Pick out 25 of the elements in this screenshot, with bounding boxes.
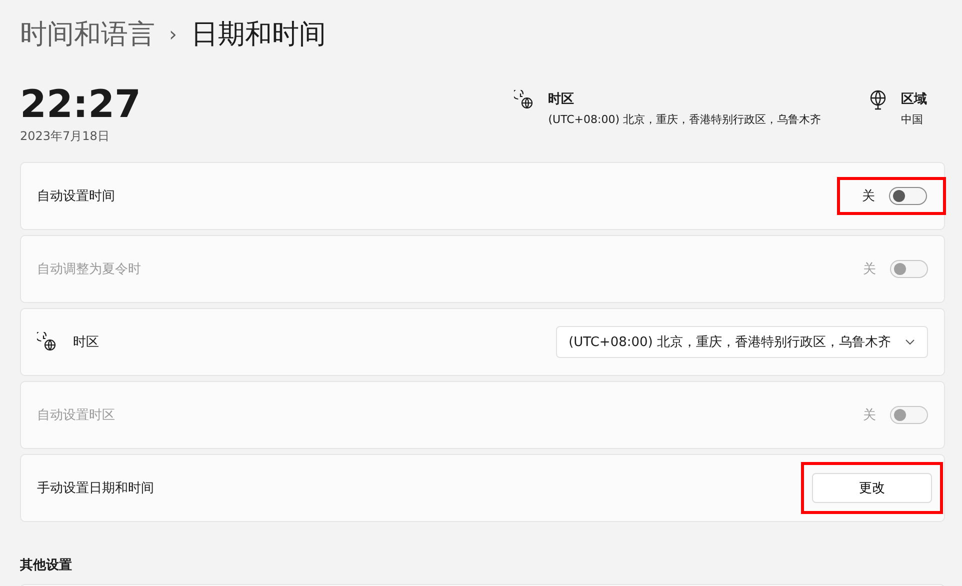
breadcrumb-separator: ›	[169, 22, 177, 46]
setting-label: 手动设置日期和时间	[37, 480, 155, 497]
breadcrumb-parent-link[interactable]: 时间和语言	[20, 16, 155, 52]
toggle-state-label: 关	[863, 261, 876, 278]
globe-icon	[869, 90, 887, 110]
setting-label: 时区	[73, 334, 100, 351]
current-time: 22:27	[20, 84, 142, 124]
clock-globe-icon	[37, 332, 57, 352]
page-title: 日期和时间	[191, 18, 326, 52]
current-date: 2023年7月18日	[20, 128, 110, 145]
toggle-switch[interactable]	[889, 187, 927, 205]
summary-value: 中国	[901, 112, 924, 127]
section-heading: 其他设置	[20, 557, 73, 574]
timezone-dropdown[interactable]: (UTC+08:00) 北京，重庆，香港特别行政区，乌鲁木齐	[556, 326, 928, 358]
setting-label: 自动调整为夏令时	[37, 261, 142, 278]
change-button[interactable]: 更改	[812, 473, 932, 503]
clock-globe-icon	[514, 90, 534, 110]
setting-label: 自动设置时间	[37, 188, 116, 205]
summary-value: (UTC+08:00) 北京，重庆，香港特别行政区，乌鲁木齐	[548, 112, 821, 127]
toggle-state-label: 关	[862, 188, 875, 205]
setting-label: 自动设置时区	[37, 407, 116, 424]
toggle-state-label: 关	[863, 407, 876, 424]
summary-title: 区域	[901, 91, 927, 108]
chevron-down-icon	[905, 339, 915, 345]
summary-title: 时区	[548, 91, 576, 108]
